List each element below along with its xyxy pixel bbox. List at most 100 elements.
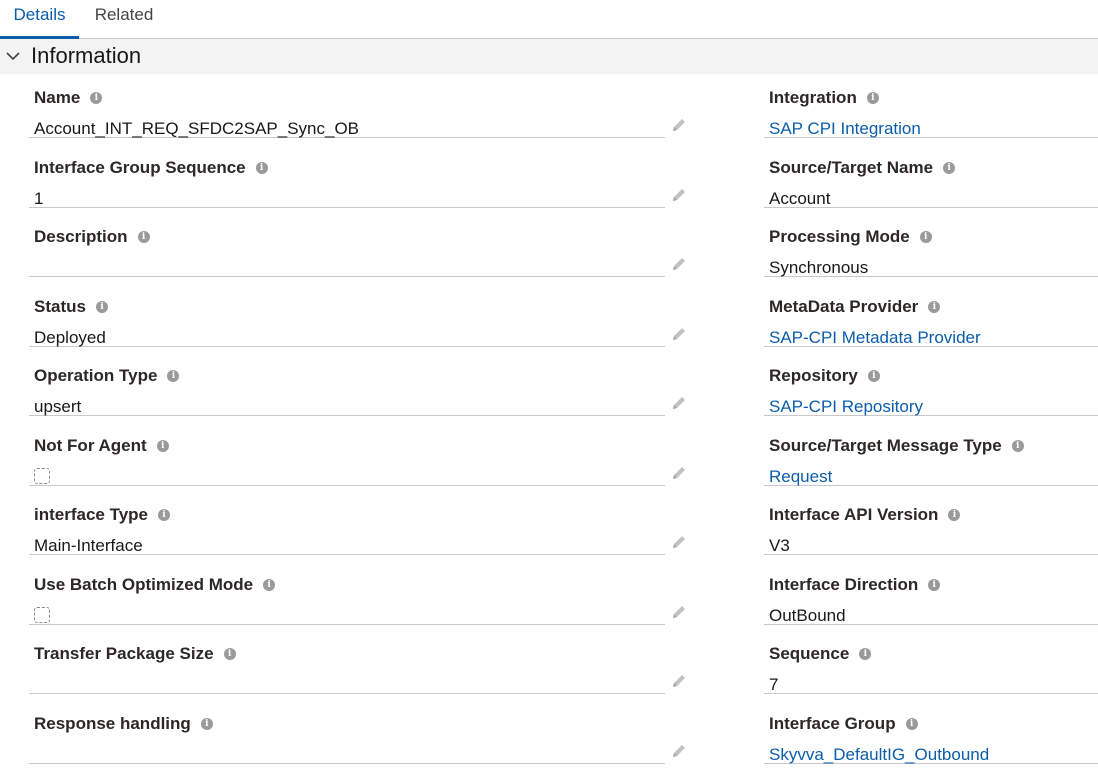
field-label-text: Status: [34, 296, 86, 316]
field-label-text: Operation Type: [34, 366, 158, 385]
field-label: Interface Direction i: [769, 574, 941, 595]
field-value: upsert: [34, 397, 82, 416]
field-label: Response handling i: [34, 714, 213, 734]
info-icon[interactable]: i: [95, 300, 108, 313]
field-label: Operation Type i: [34, 366, 180, 386]
field-operation-type: Operation Type i upsert: [29, 347, 685, 416]
info-icon[interactable]: i: [905, 717, 918, 730]
field-label-text: Response handling: [34, 713, 191, 733]
info-icon[interactable]: i: [255, 161, 268, 174]
field-source-target-name: Source/Target Name i Account: [764, 139, 1098, 208]
field-description: Description i: [29, 208, 685, 277]
field-label-text: Not For Agent: [34, 435, 147, 455]
field-label-text: Interface Direction: [769, 574, 919, 594]
field-label: Source/Target Message Type i: [769, 436, 1024, 456]
field-label: Repository i: [769, 366, 880, 386]
info-icon[interactable]: i: [167, 370, 180, 382]
pencil-edit-icon[interactable]: [670, 325, 688, 343]
field-label-text: Interface Group: [769, 713, 896, 733]
field-value: 1: [34, 188, 44, 208]
field-label-text: Source/Target Name: [769, 157, 934, 177]
field-label: Transfer Package Size i: [34, 644, 236, 664]
field-label: Source/Target Name i: [769, 157, 956, 178]
info-icon[interactable]: i: [263, 578, 276, 591]
field-metadata-provider: MetaData Provider i SAP-CPI Metadata Provi…: [764, 278, 1098, 347]
field-label: Interface API Version i: [769, 505, 961, 525]
field-value-link[interactable]: SAP CPI Integration: [769, 118, 921, 140]
field-value-link[interactable]: Skyvva_DefaultIG_Outbound: [769, 744, 989, 766]
info-icon[interactable]: i: [156, 439, 169, 452]
field-interface-group-sequence: Interface Group Sequence i 1: [29, 139, 685, 208]
field-label-text: Interface API Version: [769, 505, 939, 524]
field-label: Processing Mode i: [769, 227, 932, 247]
field-label-text: Processing Mode: [769, 227, 910, 246]
field-interface-api-version: Interface API Version i V3: [764, 486, 1098, 555]
checkbox[interactable]: [34, 467, 50, 484]
field-integration: Integration i SAP CPI Integration: [764, 69, 1098, 138]
field-label: interface Type i: [34, 505, 171, 525]
pencil-edit-icon[interactable]: [670, 186, 688, 204]
pencil-edit-icon[interactable]: [670, 672, 688, 690]
field-repository: Repository i SAP-CPI Repository: [764, 347, 1098, 416]
info-icon[interactable]: i: [943, 161, 956, 174]
info-icon[interactable]: i: [158, 509, 171, 521]
field-value-link[interactable]: Request: [769, 466, 832, 488]
field-interface-direction: Interface Direction i OutBound: [764, 556, 1098, 625]
field-label: Not For Agent i: [34, 436, 169, 456]
field-label-text: Transfer Package Size: [34, 644, 214, 663]
field-label-text: Name: [34, 88, 81, 107]
pencil-edit-icon[interactable]: [670, 464, 688, 482]
pencil-edit-icon[interactable]: [670, 533, 688, 551]
field-value: 7: [769, 675, 779, 694]
field-label-text: Integration: [769, 88, 857, 107]
field-processing-mode: Processing Mode i Synchronous: [764, 208, 1098, 277]
field-label: Use Batch Optimized Mode i: [34, 574, 276, 595]
field-value: Synchronous: [769, 258, 869, 277]
info-icon[interactable]: i: [928, 578, 941, 591]
chevron-down-icon: [6, 52, 20, 61]
field-value: OutBound: [769, 605, 846, 625]
field-value: V3: [769, 536, 790, 555]
info-icon[interactable]: i: [928, 300, 941, 313]
field-name: Name i Account_INT_REQ_SFDC2SAP_Sync_OB: [29, 69, 685, 138]
field-label-text: Interface Group Sequence: [34, 157, 246, 177]
info-icon[interactable]: i: [948, 509, 961, 521]
field-label-text: Sequence: [769, 644, 850, 663]
field-label-text: interface Type: [34, 505, 149, 524]
field-label-text: Use Batch Optimized Mode: [34, 574, 254, 594]
field-label: Sequence i: [769, 644, 872, 664]
field-label-text: MetaData Provider: [769, 296, 919, 316]
tab-bar: Details Related: [0, 0, 1098, 39]
field-transfer-package-size: Transfer Package Size i: [29, 625, 685, 694]
field-label: Interface Group Sequence i: [34, 158, 268, 178]
info-icon[interactable]: i: [866, 92, 879, 104]
pencil-edit-icon[interactable]: [670, 394, 688, 412]
info-icon[interactable]: i: [919, 231, 932, 243]
field-value-link[interactable]: SAP-CPI Repository: [769, 396, 923, 418]
field-label-text: Source/Target Message Type: [769, 435, 1002, 455]
field-value-link[interactable]: SAP-CPI Metadata Provider: [769, 327, 981, 349]
field-use-batch-optimized-mode: Use Batch Optimized Mode i: [29, 556, 685, 625]
checkbox[interactable]: [34, 606, 50, 623]
pencil-edit-icon[interactable]: [670, 742, 688, 760]
info-icon[interactable]: i: [1011, 439, 1024, 452]
tab-details[interactable]: Details: [0, 0, 79, 39]
field-value: Main-Interface: [34, 536, 143, 555]
field-value: Deployed: [34, 327, 106, 347]
info-icon[interactable]: i: [867, 370, 880, 382]
info-icon[interactable]: i: [200, 717, 213, 730]
info-icon[interactable]: i: [223, 648, 236, 660]
info-icon[interactable]: i: [137, 231, 150, 243]
info-icon[interactable]: i: [90, 92, 103, 104]
info-icon[interactable]: i: [859, 648, 872, 660]
tab-related[interactable]: Related: [79, 0, 169, 38]
field-label-text: Repository: [769, 366, 858, 385]
field-status: Status i Deployed: [29, 278, 685, 347]
pencil-edit-icon[interactable]: [670, 116, 688, 134]
pencil-edit-icon[interactable]: [670, 603, 688, 621]
field-label: Integration i: [769, 88, 879, 108]
field-label: Name i: [34, 88, 103, 108]
pencil-edit-icon[interactable]: [670, 255, 688, 273]
section-title: Information: [31, 43, 142, 68]
field-sequence: Sequence i 7: [764, 625, 1098, 694]
